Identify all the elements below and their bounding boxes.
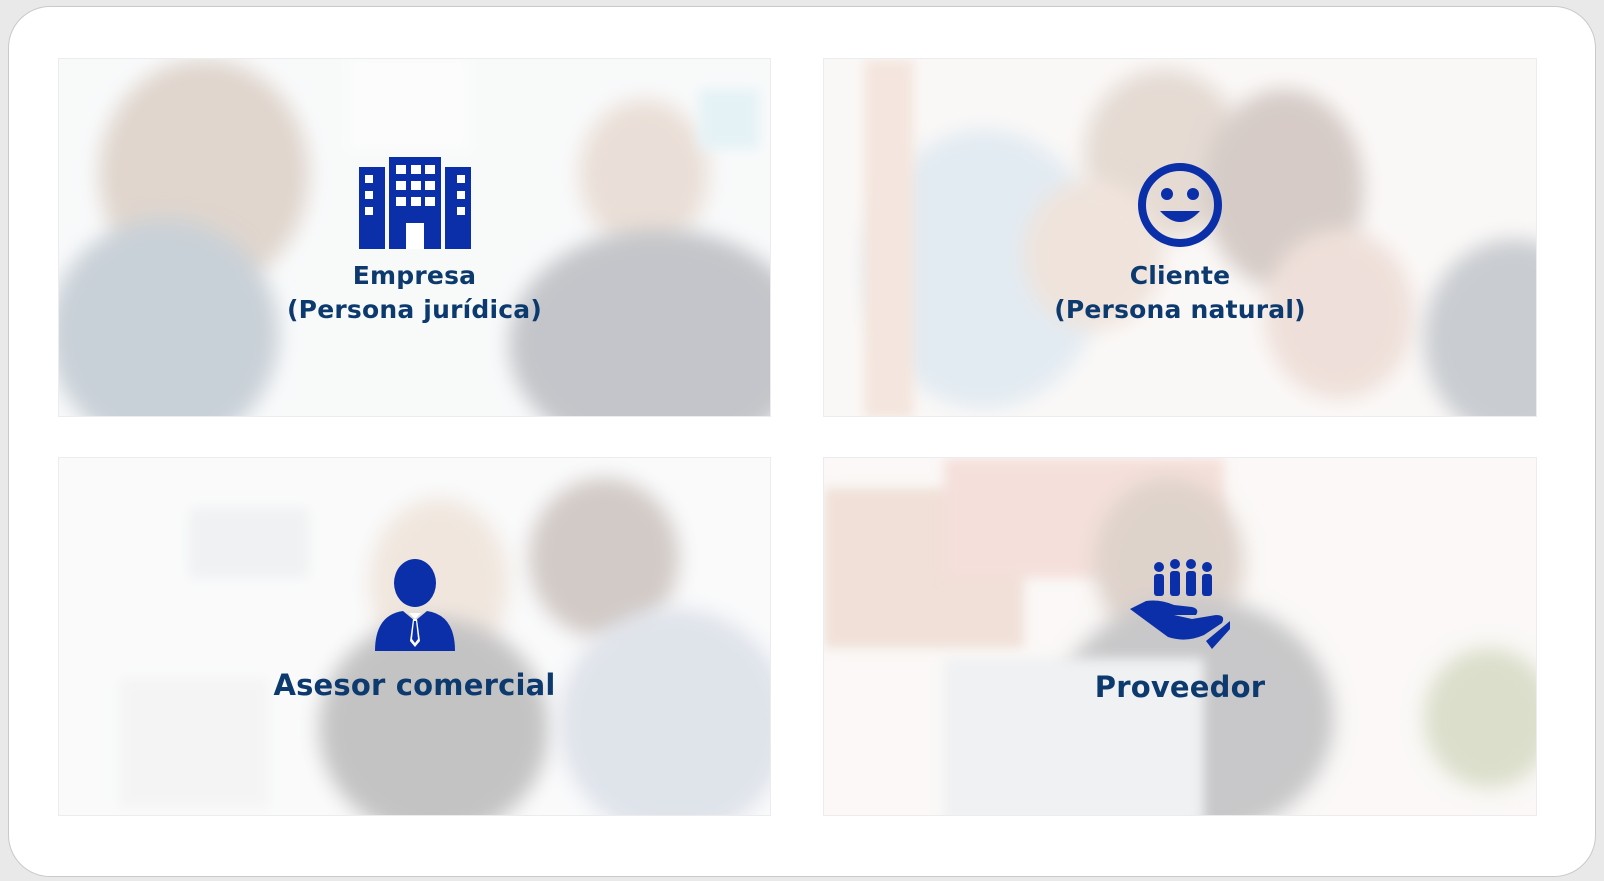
businessman-icon [374,559,455,651]
building-icon [358,157,471,249]
smiley-face-icon [1138,163,1222,247]
hand-holding-people-icon [1130,559,1230,649]
empresa-card[interactable]: Empresa (Persona jurídica) [58,58,771,417]
proveedor-label: Proveedor [1094,670,1266,704]
asesor-comercial-label: Asesor comercial [273,668,556,702]
cliente-label: Cliente (Persona natural) [1054,259,1305,327]
proveedor-card[interactable]: Proveedor [823,457,1537,816]
empresa-subtitle: (Persona jurídica) [287,295,542,324]
cliente-title: Cliente [1129,261,1231,290]
asesor-comercial-card[interactable]: Asesor comercial [58,457,771,816]
cliente-subtitle: (Persona natural) [1054,295,1306,324]
role-selection-panel: Empresa (Persona jurídica) Cliente (Pers… [8,6,1596,877]
empresa-label: Empresa (Persona jurídica) [287,259,542,327]
cliente-card[interactable]: Cliente (Persona natural) [823,58,1537,417]
empresa-title: Empresa [352,261,477,290]
